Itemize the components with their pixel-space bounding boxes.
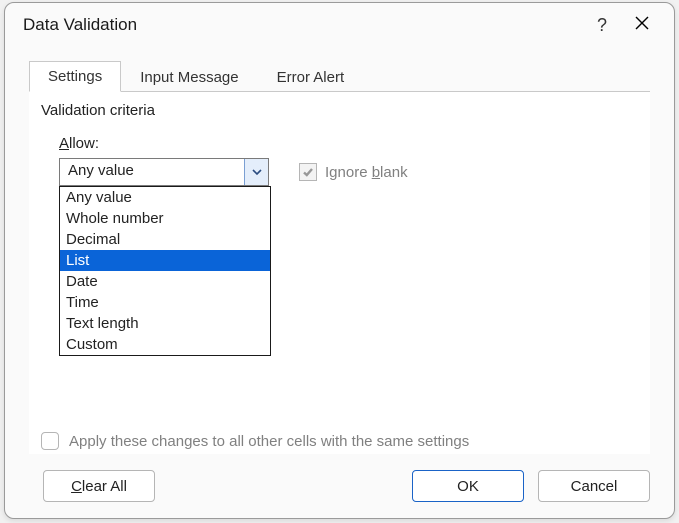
allow-column: Allow: Any value Any valueWhole numberDe… (59, 135, 269, 186)
allow-label: Allow: (59, 135, 269, 152)
dialog-title: Data Validation (23, 15, 582, 35)
allow-dropdown-button[interactable] (244, 159, 268, 185)
allow-combobox[interactable]: Any value Any valueWhole numberDecimalLi… (59, 158, 269, 186)
chevron-down-icon (252, 167, 262, 177)
allow-option[interactable]: Decimal (60, 229, 270, 250)
allow-option[interactable]: Whole number (60, 208, 270, 229)
validation-criteria-label: Validation criteria (41, 102, 638, 119)
tabstrip: Settings Input Message Error Alert (5, 59, 674, 91)
allow-dropdown-list[interactable]: Any valueWhole numberDecimalListDateTime… (59, 186, 271, 356)
tab-input-message[interactable]: Input Message (121, 62, 257, 92)
tab-settings[interactable]: Settings (29, 61, 121, 92)
ignore-blank-row: Ignore blank (299, 163, 408, 181)
apply-all-label: Apply these changes to all other cells w… (69, 433, 469, 450)
tab-error-alert[interactable]: Error Alert (258, 62, 364, 92)
titlebar: Data Validation ? (5, 3, 674, 45)
check-icon (302, 166, 314, 178)
close-icon (635, 16, 649, 30)
allow-option[interactable]: List (60, 250, 270, 271)
allow-option[interactable]: Text length (60, 313, 270, 334)
tab-panel-settings: Validation criteria Allow: Any value Any… (29, 91, 650, 454)
allow-option[interactable]: Date (60, 271, 270, 292)
apply-all-row: Apply these changes to all other cells w… (41, 432, 469, 450)
cancel-button[interactable]: Cancel (538, 470, 650, 502)
close-button[interactable] (622, 16, 662, 35)
ok-button[interactable]: OK (412, 470, 524, 502)
data-validation-dialog: Data Validation ? Settings Input Message… (4, 2, 675, 519)
allow-value: Any value (60, 159, 244, 185)
help-icon: ? (597, 15, 607, 35)
ignore-blank-checkbox (299, 163, 317, 181)
clear-all-button[interactable]: Clear All (43, 470, 155, 502)
allow-option[interactable]: Time (60, 292, 270, 313)
apply-all-checkbox (41, 432, 59, 450)
allow-option[interactable]: Any value (60, 187, 270, 208)
help-button[interactable]: ? (582, 15, 622, 36)
allow-row: Allow: Any value Any valueWhole numberDe… (41, 135, 638, 186)
allow-option[interactable]: Custom (60, 334, 270, 355)
ignore-blank-label: Ignore blank (325, 164, 408, 181)
dialog-footer: Clear All OK Cancel (5, 454, 674, 518)
